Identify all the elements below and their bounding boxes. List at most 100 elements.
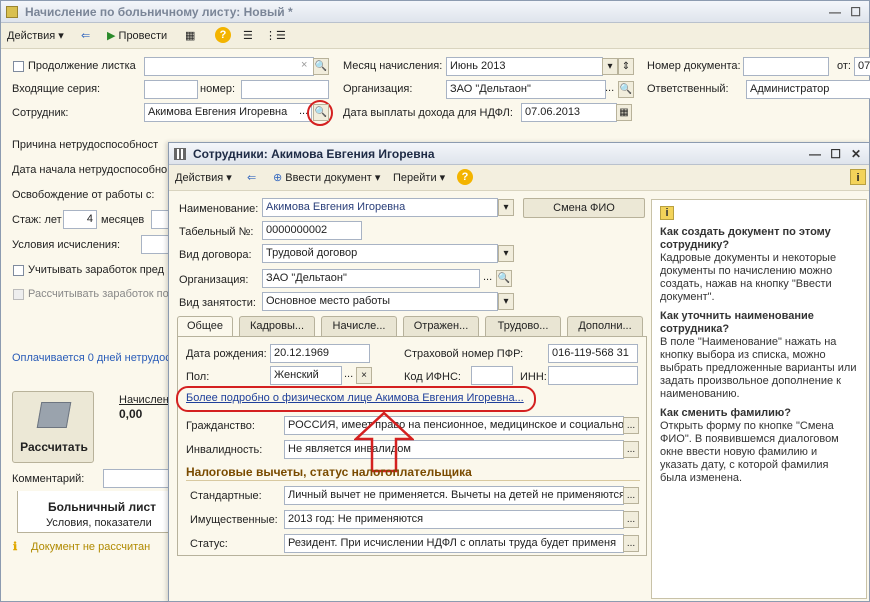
org-label: Организация: — [343, 83, 413, 95]
dialog-close-icon[interactable]: ✕ — [851, 143, 861, 165]
status-select-icon[interactable]: ... — [623, 535, 639, 552]
app-icon — [6, 6, 18, 18]
gender-select-icon[interactable]: ... — [344, 368, 353, 380]
dialog-org-field[interactable]: ЗАО "Дельтаон" — [262, 269, 480, 288]
dialog-back-icon[interactable]: ⇐ — [247, 170, 256, 186]
pfr-label: Страховой номер ПФР: — [404, 348, 524, 360]
clear-icon[interactable]: × — [301, 59, 307, 71]
org-search-icon[interactable]: 🔍 — [618, 81, 634, 98]
name-dropdown-icon[interactable]: ▾ — [498, 199, 514, 216]
org-select-icon[interactable]: ... — [605, 82, 614, 94]
month-field[interactable]: Июнь 2013 — [446, 57, 603, 76]
list-icon[interactable]: ☰ — [243, 28, 253, 44]
warning-icon: ℹ — [13, 541, 18, 553]
gender-clear-icon[interactable]: × — [356, 367, 372, 384]
calculate-button[interactable]: Рассчитать — [12, 391, 94, 463]
from-field[interactable]: 07 — [854, 57, 870, 76]
citizenship-label: Гражданство: — [186, 420, 255, 432]
experience-years-field[interactable]: 4 — [63, 210, 97, 229]
doc-number-field[interactable] — [743, 57, 829, 76]
dialog-help-icon[interactable]: ? — [457, 169, 473, 185]
accrued-value: 0,00 — [119, 407, 143, 421]
responsible-field[interactable]: Администратор — [746, 80, 870, 99]
comment-field[interactable] — [103, 469, 169, 488]
dialog-org-search-icon[interactable]: 🔍 — [496, 270, 512, 287]
inn-field[interactable] — [548, 366, 638, 385]
citizenship-select-icon[interactable]: ... — [623, 417, 639, 434]
conditions-field[interactable] — [141, 235, 169, 254]
calendar-icon[interactable]: ▦ — [616, 104, 632, 121]
tab-accruals[interactable]: Начисле... — [321, 316, 397, 336]
consider-earnings-checkbox[interactable] — [13, 265, 24, 276]
standard-field[interactable]: Личный вычет не применяется. Вычеты на д… — [284, 486, 624, 505]
disability-field[interactable]: Не является инвалидом — [284, 440, 624, 459]
continuation-checkbox[interactable] — [13, 61, 24, 72]
tab-personnel[interactable]: Кадровы... — [239, 316, 315, 336]
dialog-minimize-icon[interactable]: — — [809, 143, 821, 165]
back-icon[interactable]: ⇐ — [81, 28, 90, 44]
release-label: Освобождение от работы с: — [12, 189, 155, 201]
calc-earnings-checkbox[interactable] — [13, 289, 24, 300]
dialog-org-select-icon[interactable]: ... — [483, 271, 492, 283]
calc-earnings-label: Рассчитывать заработок по — [28, 288, 169, 300]
tab-labor[interactable]: Трудово... — [485, 316, 561, 336]
continuation-field[interactable] — [144, 57, 314, 76]
main-title: Начисление по больничному листу: Новый * — [25, 5, 293, 19]
status-field[interactable]: Резидент. При исчислении НДФЛ с оплаты т… — [284, 534, 624, 553]
change-name-button[interactable]: Смена ФИО — [523, 198, 645, 218]
contract-field[interactable]: Трудовой договор — [262, 244, 498, 263]
structure-icon[interactable]: ⋮☰ — [265, 28, 286, 44]
paid-days-text: Оплачивается 0 дней нетрудос — [12, 352, 171, 364]
enter-document-menu[interactable]: ⊕ Ввести документ ▾ — [273, 170, 380, 186]
info-toggle-icon[interactable]: i — [850, 169, 866, 185]
help-icon[interactable]: ? — [215, 27, 231, 43]
property-select-icon[interactable]: ... — [623, 511, 639, 528]
month-spinner-icon[interactable]: ⇕ — [618, 58, 634, 75]
month-dropdown-icon[interactable]: ▾ — [602, 58, 618, 75]
disability-select-icon[interactable]: ... — [623, 441, 639, 458]
property-field[interactable]: 2013 год: Не применяются — [284, 510, 624, 529]
name-field[interactable]: Акимова Евгения Игоревна — [262, 198, 498, 217]
tab-reflection[interactable]: Отражен... — [403, 316, 479, 336]
dialog-maximize-icon[interactable]: ☐ — [830, 143, 841, 165]
ifns-field[interactable] — [471, 366, 513, 385]
name-label: Наименование: — [179, 203, 259, 215]
employment-field[interactable]: Основное место работы — [262, 292, 498, 311]
tab-additional[interactable]: Дополни... — [567, 316, 643, 336]
goto-menu[interactable]: Перейти ▾ — [393, 170, 445, 186]
dialog-app-icon — [174, 148, 186, 160]
help-a2: В поле "Наименование" нажать на кнопку в… — [660, 336, 857, 400]
post-button[interactable]: ▶ Провести — [107, 28, 167, 44]
citizenship-field[interactable]: РОССИЯ, имеет право на пенсионное, медиц… — [284, 416, 624, 435]
payout-date-field[interactable]: 07.06.2013 — [521, 103, 617, 122]
birth-field[interactable]: 20.12.1969 — [270, 344, 370, 363]
calculate-label: Рассчитать — [20, 440, 88, 454]
actions-menu[interactable]: Действия ▾ — [7, 28, 64, 44]
gender-field[interactable]: Женский — [270, 366, 342, 385]
minimize-icon[interactable]: — — [829, 1, 841, 23]
birth-label: Дата рождения: — [186, 348, 267, 360]
contract-label: Вид договора: — [179, 249, 252, 261]
org-field[interactable]: ЗАО "Дельтаон" — [446, 80, 606, 99]
from-label: от: — [837, 60, 851, 72]
experience-label: Стаж: лет — [12, 214, 62, 226]
standard-select-icon[interactable]: ... — [623, 487, 639, 504]
tab-general[interactable]: Общее — [177, 316, 233, 337]
help-q3: Как сменить фамилию? — [660, 407, 792, 419]
employee-field[interactable]: Акимова Евгения Игоревна — [144, 103, 312, 122]
contract-dropdown-icon[interactable]: ▾ — [498, 245, 514, 262]
incoming-series-field[interactable] — [144, 80, 198, 99]
maximize-icon[interactable]: ☐ — [850, 1, 861, 23]
print-icon[interactable]: ▦ — [185, 28, 195, 44]
pfr-field[interactable]: 016-119-568 31 — [548, 344, 638, 363]
dialog-actions-menu[interactable]: Действия ▾ — [175, 170, 232, 186]
tab-number-field[interactable]: 0000000002 — [262, 221, 362, 240]
employee-search-icon[interactable]: 🔍 — [313, 104, 329, 121]
months-field[interactable] — [151, 210, 169, 229]
more-info-link[interactable]: Более подробно о физическом лице Акимова… — [186, 392, 524, 404]
employee-dialog: Сотрудники: Акимова Евгения Игоревна — ☐… — [168, 142, 870, 602]
number-field[interactable] — [241, 80, 329, 99]
employment-dropdown-icon[interactable]: ▾ — [498, 293, 514, 310]
sheet-panel[interactable]: Больничный лист Условия, показатели — [17, 491, 169, 533]
search-icon[interactable]: 🔍 — [313, 58, 329, 75]
